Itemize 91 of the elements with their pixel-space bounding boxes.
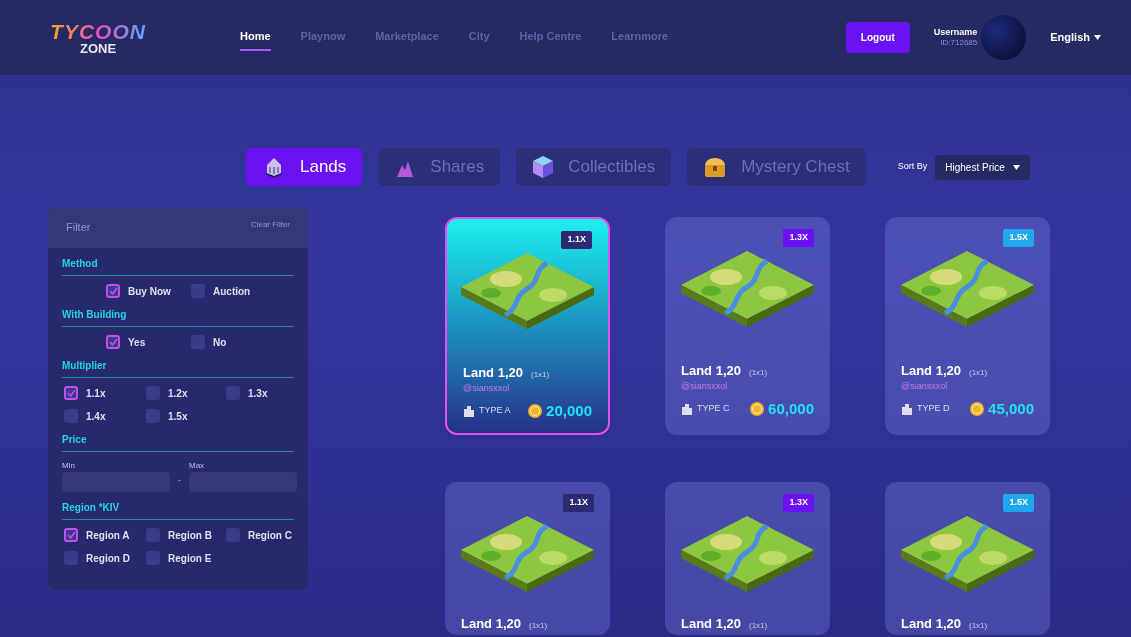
option-label[interactable]: Region B <box>168 527 212 543</box>
land-size: (1x1) <box>968 619 988 632</box>
land-type: TYPE A <box>479 404 511 417</box>
caret-icon <box>1094 35 1101 40</box>
chest-icon <box>703 156 728 178</box>
section-title: Price <box>62 431 294 452</box>
option-label[interactable]: 1.1x <box>86 385 106 401</box>
multiplier-badge: 1.1X <box>561 231 592 249</box>
section-title: Region *KIV <box>62 499 294 520</box>
category-tab[interactable]: Lands <box>246 148 363 186</box>
land-card[interactable]: 1.1X Land 1,20 (1x1) <box>445 482 610 635</box>
separator: - <box>178 474 181 487</box>
option-label[interactable]: 1.3x <box>248 385 268 401</box>
land-card[interactable]: 1.5X Land 1,20 (1x1) @siansxxol TYPE D 45,000 <box>885 217 1050 435</box>
land-size: (1x1) <box>748 366 768 379</box>
land-card[interactable]: 1.1X Land 1,20 (1x1) @siansxxol TYPE A 20,000 <box>445 217 610 435</box>
multiplier-badge: 1.5X <box>1003 229 1034 247</box>
land-size: (1x1) <box>530 368 550 381</box>
land-title: Land 1,20 <box>461 614 521 633</box>
option-label[interactable]: No <box>213 334 227 350</box>
checkbox[interactable] <box>191 335 205 349</box>
checkbox[interactable] <box>226 386 240 400</box>
filter-title: Filter <box>66 220 91 235</box>
checkbox[interactable] <box>64 528 78 542</box>
option-label[interactable]: Region E <box>168 550 212 566</box>
coin-icon <box>528 403 543 418</box>
option-label[interactable]: Region A <box>86 527 130 543</box>
land-title: Land 1,20 <box>681 614 741 633</box>
land-title: Land 1,20 <box>901 361 961 380</box>
option-label[interactable]: 1.4x <box>86 408 106 424</box>
option-label[interactable]: Buy Now <box>128 283 171 299</box>
owner-handle: @siansxxol <box>463 382 511 395</box>
language-dropdown[interactable]: English <box>1050 29 1090 46</box>
checkbox[interactable] <box>146 528 160 542</box>
checkbox[interactable] <box>146 386 160 400</box>
building-icon <box>901 402 913 415</box>
owner-handle: @siansxxol <box>901 380 949 393</box>
sort-label: Sort By <box>897 160 928 174</box>
checkbox[interactable] <box>146 409 160 423</box>
multiplier-badge: 1.3X <box>783 229 814 247</box>
multiplier-badge: 1.5X <box>1003 494 1034 512</box>
land-size: (1x1) <box>528 619 548 632</box>
land-size: (1x1) <box>748 619 768 632</box>
price: 20,000 <box>546 400 592 421</box>
section-title: Method <box>62 255 294 276</box>
user-id: ID:712685 <box>939 38 978 48</box>
land-title: Land 1,20 <box>681 361 741 380</box>
land-card[interactable]: 1.5X Land 1,20 (1x1) <box>885 482 1050 635</box>
checkbox[interactable] <box>106 335 120 349</box>
land-title: Land 1,20 <box>463 363 523 382</box>
land-size: (1x1) <box>968 366 988 379</box>
cube-icon <box>532 155 555 179</box>
option-label[interactable]: Yes <box>128 334 146 350</box>
multiplier-badge: 1.1X <box>563 494 594 512</box>
clear-filter-link[interactable]: Clear Filter <box>250 219 290 236</box>
price: 60,000 <box>768 398 814 419</box>
nav-link[interactable]: Home <box>240 24 271 51</box>
max-label: Max <box>189 459 206 472</box>
min-label: Min <box>62 459 76 472</box>
checkbox[interactable] <box>64 386 78 400</box>
land-card[interactable]: 1.3X Land 1,20 (1x1) <box>665 482 830 635</box>
building-icon <box>463 404 475 417</box>
land-card[interactable]: 1.3X Land 1,20 (1x1) @siansxxol TYPE C 60,000 <box>665 217 830 435</box>
avatar[interactable] <box>981 15 1027 60</box>
building-icon <box>681 402 693 415</box>
land-type: TYPE C <box>697 402 730 415</box>
username: Username <box>933 27 978 39</box>
option-label[interactable]: Region D <box>86 550 130 566</box>
logout-button[interactable]: Logout <box>845 22 910 53</box>
multiplier-badge: 1.3X <box>783 494 814 512</box>
option-label[interactable]: 1.5x <box>168 408 188 424</box>
logo-subtitle: ZONE <box>79 41 117 55</box>
checkbox[interactable] <box>226 528 240 542</box>
option-label[interactable]: 1.2x <box>168 385 188 401</box>
price: 45,000 <box>988 398 1034 419</box>
land-type: TYPE D <box>917 402 950 415</box>
coin-icon <box>970 401 985 416</box>
checkbox[interactable] <box>106 284 120 298</box>
land-title: Land 1,20 <box>901 614 961 633</box>
option-label[interactable]: Region C <box>248 527 292 543</box>
owner-handle: @siansxxol <box>681 380 729 393</box>
option-label[interactable]: Auction <box>213 283 251 299</box>
caret-icon <box>1012 164 1020 170</box>
checkbox[interactable] <box>191 284 205 298</box>
section-title: Multiplier <box>62 357 294 378</box>
checkbox[interactable] <box>64 551 78 565</box>
sort-dropdown[interactable]: Highest Price <box>935 154 1030 180</box>
checkbox[interactable] <box>64 409 78 423</box>
checkbox[interactable] <box>146 551 160 565</box>
coin-icon <box>750 401 765 416</box>
section-title: With Building <box>62 306 294 327</box>
